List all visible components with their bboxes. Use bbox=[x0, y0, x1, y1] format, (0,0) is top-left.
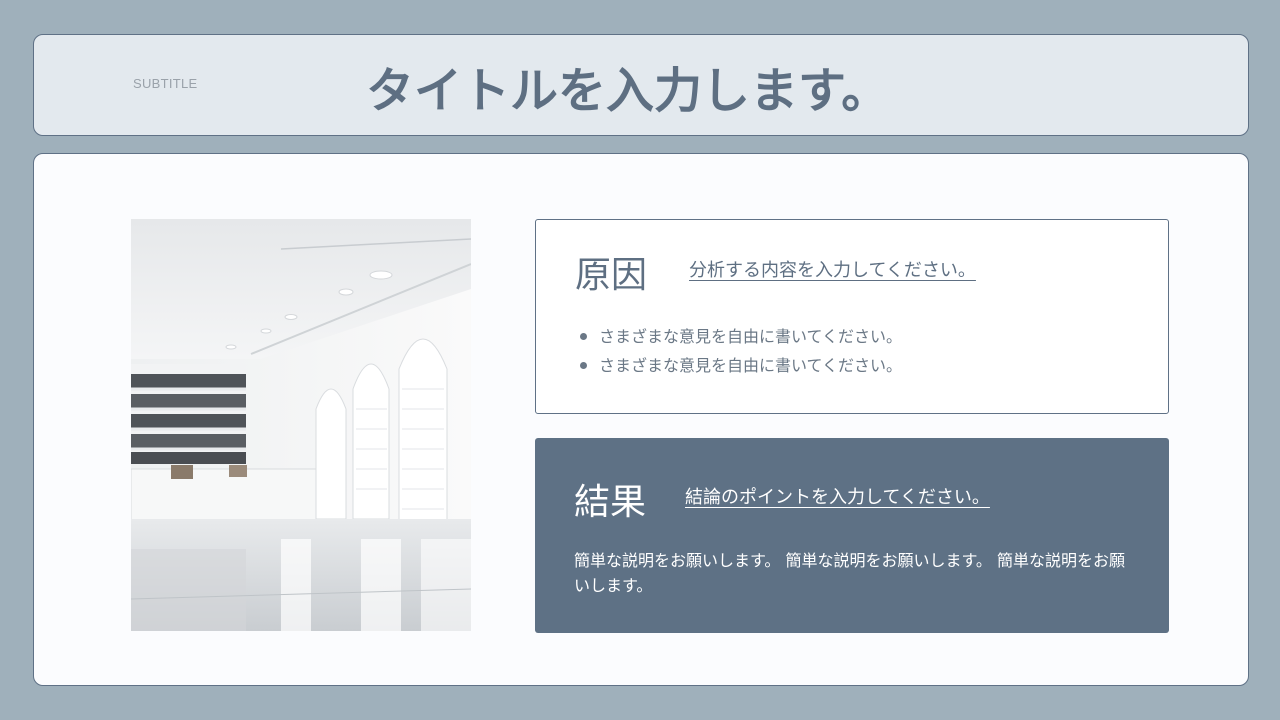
page-title: タイトルを入力します。 bbox=[366, 63, 890, 119]
cause-lead: 分析する内容を入力してください。 bbox=[689, 260, 976, 281]
cause-bullet-list: さまざまな意見を自由に書いてください。 さまざまな意見を自由に書いてください。 bbox=[580, 322, 902, 380]
bullet-dot-icon bbox=[580, 333, 587, 340]
list-item: さまざまな意見を自由に書いてください。 bbox=[580, 322, 902, 351]
result-lead: 結論のポイントを入力してください。 bbox=[685, 487, 990, 508]
interior-photo-icon bbox=[131, 219, 471, 631]
content-panel: 原因 分析する内容を入力してください。 さまざまな意見を自由に書いてください。 … bbox=[33, 153, 1249, 686]
cause-heading: 原因 bbox=[575, 255, 648, 296]
subtitle: SUBTITLE bbox=[133, 76, 198, 91]
bullet-dot-icon bbox=[580, 362, 587, 369]
result-heading: 結果 bbox=[574, 482, 647, 523]
result-card: 結果 結論のポイントを入力してください。 簡単な説明をお願いします。 簡単な説明… bbox=[535, 438, 1169, 633]
list-item: さまざまな意見を自由に書いてください。 bbox=[580, 351, 902, 380]
list-item-text: さまざまな意見を自由に書いてください。 bbox=[599, 356, 903, 375]
cause-card: 原因 分析する内容を入力してください。 さまざまな意見を自由に書いてください。 … bbox=[535, 219, 1169, 414]
header-panel: SUBTITLE タイトルを入力します。 bbox=[33, 34, 1249, 136]
result-description: 簡単な説明をお願いします。 簡単な説明をお願いします。 簡単な説明をお願いします… bbox=[574, 551, 1125, 595]
list-item-text: さまざまな意見を自由に書いてください。 bbox=[599, 327, 903, 346]
interior-photo bbox=[131, 219, 471, 631]
